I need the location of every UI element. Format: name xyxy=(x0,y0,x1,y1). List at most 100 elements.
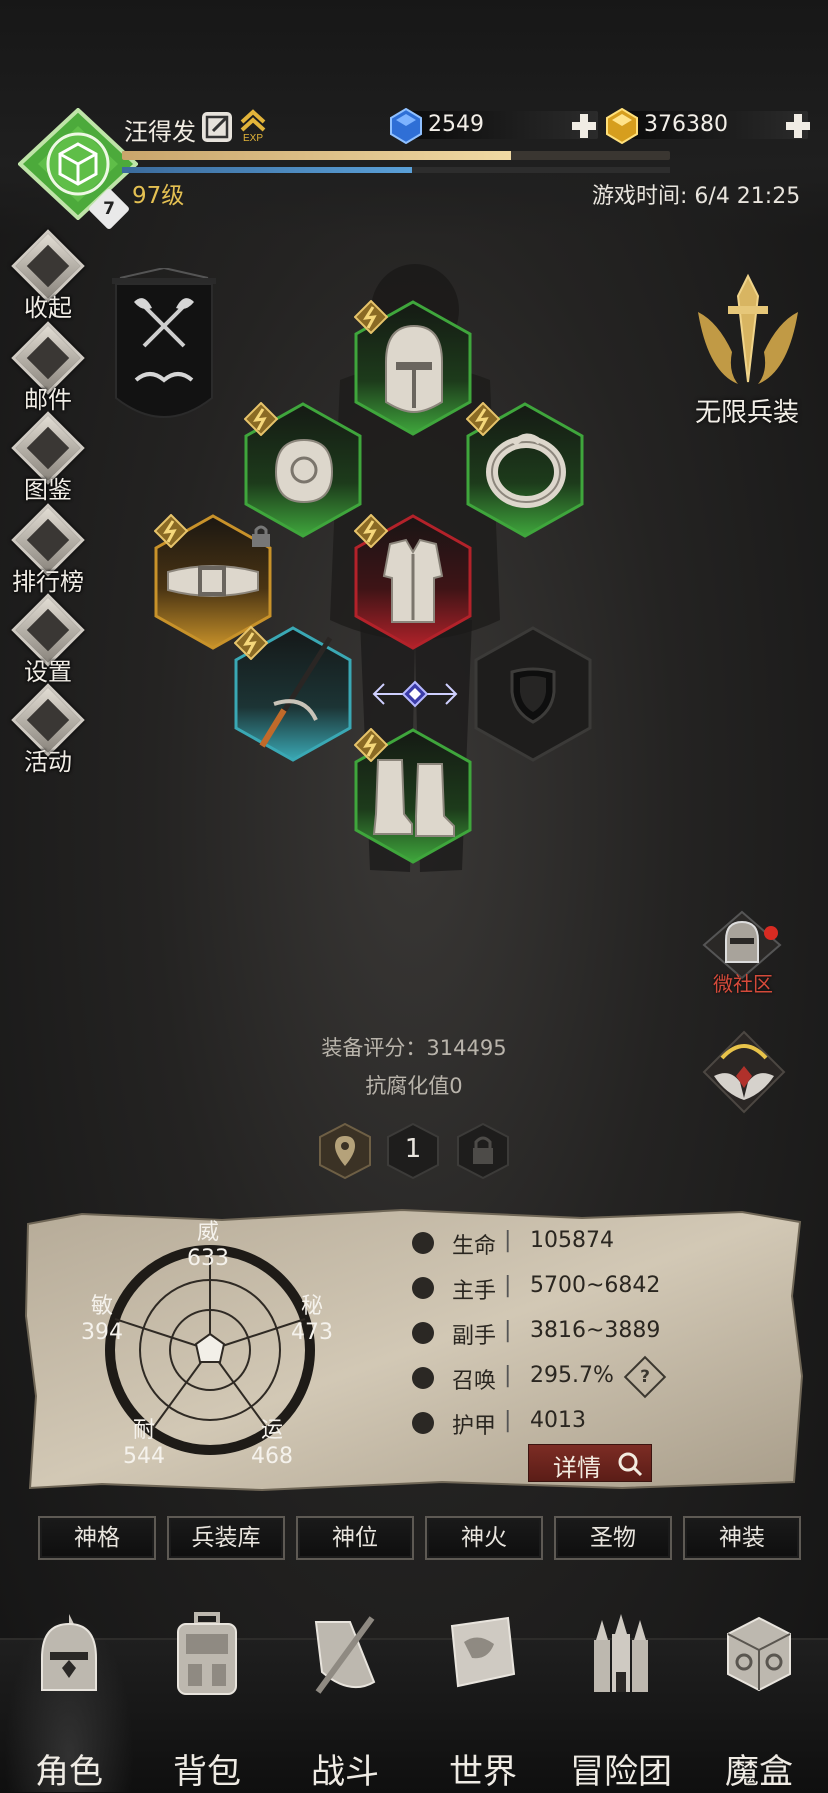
magnifier-icon xyxy=(618,1452,643,1477)
belt-icon xyxy=(167,565,259,597)
tab-relic[interactable]: 圣物 xyxy=(554,1516,672,1560)
nav-world[interactable]: 世界 xyxy=(418,1612,548,1792)
notification-dot xyxy=(764,926,778,940)
location-slot[interactable] xyxy=(318,1122,372,1180)
attr-value: 295.7% xyxy=(530,1363,614,1388)
upgrade-badge-icon xyxy=(354,514,388,548)
ring-slot[interactable] xyxy=(466,402,584,538)
side-settings-button[interactable]: 设置 xyxy=(8,593,88,690)
side-events-button[interactable]: 活动 xyxy=(8,683,88,780)
attr-row-offhand: 副手 | 3816~3889 xyxy=(412,1316,662,1350)
dagger-icon xyxy=(412,1322,434,1344)
attr-name: 护甲 xyxy=(452,1414,497,1439)
helmet-icon xyxy=(385,324,443,414)
player-name: 汪得发 xyxy=(124,118,196,146)
stat-yun: 运 468 xyxy=(244,1418,300,1470)
attr-name: 副手 xyxy=(452,1324,497,1349)
nav-world-label: 世界 xyxy=(449,1752,517,1792)
nav-battle[interactable]: 战斗 xyxy=(280,1612,410,1792)
stat-nai-value: 544 xyxy=(123,1444,165,1469)
nav-backpack-label: 背包 xyxy=(173,1752,241,1792)
attr-value: 4013 xyxy=(530,1408,586,1433)
locked-slot[interactable] xyxy=(456,1122,510,1180)
boots-slot[interactable] xyxy=(354,728,472,864)
edit-name-icon[interactable] xyxy=(202,112,232,142)
weapon-slot[interactable] xyxy=(234,626,352,762)
blue-gem-icon xyxy=(390,108,422,144)
stat-wei-name: 威 xyxy=(196,1220,219,1245)
attr-row-armor: 护甲 | 4013 xyxy=(412,1406,662,1440)
offhand-slot[interactable] xyxy=(474,626,592,762)
side-codex-button[interactable]: 图鉴 xyxy=(8,411,88,508)
weapon-swap-connector xyxy=(370,676,460,712)
tab-arsenal[interactable]: 兵装库 xyxy=(167,1516,285,1560)
attr-name: 召唤 xyxy=(452,1369,497,1394)
svg-text:EXP: EXP xyxy=(243,133,263,142)
infinite-arms-icon xyxy=(698,273,798,384)
tab-divine-gear[interactable]: 神装 xyxy=(683,1516,801,1560)
crossed-swords-icon xyxy=(314,1616,376,1694)
gauntlet-icon xyxy=(274,438,334,504)
game-time: 游戏时间: 6/4 21:25 xyxy=(592,184,801,209)
loadout-number: 1 xyxy=(404,1134,422,1164)
helmet-slot[interactable] xyxy=(354,300,472,436)
gold-value: 376380 xyxy=(644,112,728,137)
exp-icon: EXP xyxy=(238,108,268,144)
add-gold-button[interactable] xyxy=(784,112,812,140)
nav-backpack[interactable]: 背包 xyxy=(142,1612,272,1792)
stat-mi-value: 473 xyxy=(291,1320,333,1345)
attr-separator: | xyxy=(504,1273,512,1298)
heart-icon xyxy=(412,1232,434,1254)
details-label: 详情 xyxy=(553,1454,601,1482)
summon-icon xyxy=(412,1367,434,1389)
diamond-value: 2549 xyxy=(428,112,484,137)
side-ranking-button[interactable]: 排行榜 xyxy=(8,503,88,600)
attr-row-mainhand: 主手 | 5700~6842 xyxy=(412,1271,662,1305)
nav-adventure-team[interactable]: 冒险团 xyxy=(556,1612,686,1792)
loadout-slot-1[interactable]: 1 xyxy=(386,1122,440,1180)
side-mail-button[interactable]: 邮件 xyxy=(8,321,88,418)
attr-value: 105874 xyxy=(530,1228,614,1253)
nav-character[interactable]: 角色 xyxy=(4,1612,134,1792)
cube-icon xyxy=(727,1616,791,1692)
stat-mi: 秘 473 xyxy=(284,1294,340,1346)
side-collapse-label: 收起 xyxy=(24,294,72,322)
attr-name: 生命 xyxy=(452,1234,497,1259)
diamond-currency: 2549 xyxy=(388,108,598,144)
tab-divine-fire[interactable]: 神火 xyxy=(425,1516,543,1560)
rank-badge: 7 xyxy=(87,187,131,231)
side-collapse-button[interactable]: 收起 xyxy=(8,229,88,326)
upgrade-badge-icon xyxy=(466,402,500,436)
sword-icon xyxy=(412,1277,434,1299)
attr-separator: | xyxy=(504,1228,512,1253)
guild-banner[interactable] xyxy=(110,267,218,436)
shield-icon xyxy=(510,667,556,724)
gold-gem-icon xyxy=(606,108,638,144)
tab-god-rank[interactable]: 神位 xyxy=(296,1516,414,1560)
upgrade-badge-icon xyxy=(154,514,188,548)
castle-icon xyxy=(594,1614,648,1692)
upgrade-badge-icon xyxy=(244,402,278,436)
helmet-icon xyxy=(41,1614,97,1691)
stat-yun-name: 运 xyxy=(260,1418,283,1443)
details-button[interactable]: 详情 xyxy=(528,1444,652,1482)
armor-icon xyxy=(382,538,444,623)
attr-separator: | xyxy=(504,1363,512,1388)
attr-separator: | xyxy=(504,1408,512,1433)
attr-value: 5700~6842 xyxy=(530,1273,661,1298)
stat-min-value: 394 xyxy=(81,1320,123,1345)
secondary-bar xyxy=(122,167,670,173)
nav-magic-box[interactable]: 魔盒 xyxy=(694,1612,824,1792)
attr-separator: | xyxy=(504,1318,512,1343)
attr-value: 3816~3889 xyxy=(530,1318,661,1343)
side-mail-label: 邮件 xyxy=(24,386,72,414)
add-diamond-button[interactable] xyxy=(570,112,598,140)
tab-divinity[interactable]: 神格 xyxy=(38,1516,156,1560)
equipment-score: 装备评分：314495 xyxy=(321,1036,507,1060)
help-mark: ? xyxy=(640,1367,650,1387)
chest-slot[interactable] xyxy=(354,514,472,650)
stat-min-name: 敏 xyxy=(90,1294,113,1319)
attr-row-hp: 生命 | 105874 xyxy=(412,1226,662,1260)
player-level: 97级 xyxy=(132,183,185,209)
stat-nai-name: 耐 xyxy=(132,1418,155,1443)
